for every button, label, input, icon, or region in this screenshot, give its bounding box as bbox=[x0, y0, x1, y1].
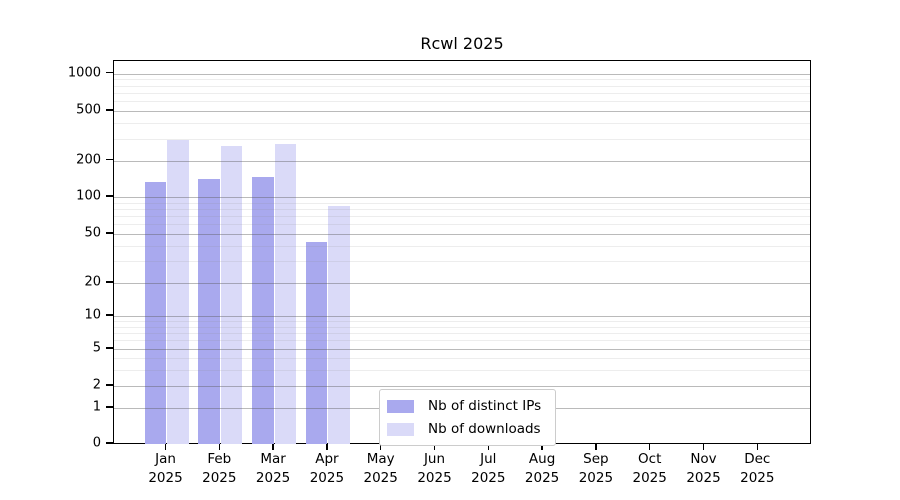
y-tick-label-200: 200 bbox=[76, 152, 101, 167]
major-gridline bbox=[114, 349, 810, 350]
major-gridline bbox=[114, 160, 810, 162]
y-tick-mark bbox=[106, 281, 113, 283]
download-stats-figure: Rcwl 2025 Nb of distinct IPs Nb of downl… bbox=[0, 0, 900, 500]
major-gridline bbox=[114, 316, 810, 317]
y-tick-label-50: 50 bbox=[84, 225, 101, 241]
minor-gridline bbox=[114, 79, 810, 81]
major-gridline bbox=[114, 111, 810, 112]
chart-title: Rcwl 2025 bbox=[420, 34, 504, 53]
minor-gridline bbox=[114, 358, 810, 359]
y-tick-label-1000: 1000 bbox=[67, 65, 101, 80]
bar-downloads-mar bbox=[274, 144, 297, 444]
y-tick-label-20: 20 bbox=[84, 274, 101, 290]
minor-gridline bbox=[114, 92, 810, 94]
bar-downloads-feb bbox=[220, 146, 243, 444]
minor-gridline bbox=[114, 369, 810, 371]
y-tick-label-1: 1 bbox=[92, 399, 101, 415]
y-tick-label-10: 10 bbox=[84, 307, 101, 323]
y-tick-mark bbox=[106, 406, 113, 408]
y-tick-label-100: 100 bbox=[76, 188, 101, 204]
major-gridline bbox=[114, 386, 810, 387]
minor-gridline bbox=[114, 340, 810, 342]
y-tick-mark bbox=[106, 71, 113, 74]
minor-gridline bbox=[114, 326, 810, 328]
y-tick-mark bbox=[106, 347, 113, 349]
y-tick-mark bbox=[106, 195, 113, 197]
legend-label-distinct-ips: Nb of distinct IPs bbox=[428, 398, 542, 414]
minor-gridline bbox=[114, 261, 810, 263]
minor-gridline bbox=[114, 123, 810, 125]
legend-swatch-distinct-ips bbox=[387, 399, 414, 413]
y-tick-mark bbox=[106, 442, 113, 444]
minor-gridline bbox=[114, 208, 810, 210]
y-tick-mark bbox=[106, 314, 113, 316]
minor-gridline bbox=[114, 202, 810, 204]
bar-ips-mar bbox=[252, 177, 274, 444]
legend-label-downloads: Nb of downloads bbox=[428, 421, 541, 437]
minor-gridline bbox=[114, 332, 810, 334]
major-gridline bbox=[114, 73, 810, 75]
legend: Nb of distinct IPs Nb of downloads bbox=[379, 389, 557, 446]
minor-gridline bbox=[114, 224, 810, 226]
y-tick-mark bbox=[106, 109, 113, 111]
bar-downloads-jan bbox=[167, 140, 189, 444]
x-tick-label-dec: Dec 2025 bbox=[740, 451, 775, 486]
minor-gridline bbox=[114, 216, 810, 218]
legend-item-downloads: Nb of downloads bbox=[387, 421, 545, 437]
major-gridline bbox=[114, 283, 810, 284]
major-gridline bbox=[114, 197, 810, 198]
y-tick-mark bbox=[106, 232, 113, 234]
bar-ips-jan bbox=[144, 181, 166, 444]
minor-gridline bbox=[114, 85, 810, 87]
y-tick-label-500: 500 bbox=[76, 102, 101, 118]
y-tick-mark bbox=[106, 384, 113, 386]
y-tick-label-0: 0 bbox=[92, 435, 101, 451]
plot-area: Nb of distinct IPs Nb of downloads bbox=[113, 60, 811, 446]
y-tick-mark bbox=[106, 158, 113, 161]
bar-ips-apr bbox=[305, 242, 328, 444]
minor-gridline bbox=[114, 138, 810, 140]
legend-item-distinct-ips: Nb of distinct IPs bbox=[387, 398, 545, 414]
y-tick-label-2: 2 bbox=[92, 377, 101, 393]
bar-ips-feb bbox=[198, 178, 220, 444]
major-gridline bbox=[114, 234, 810, 235]
minor-gridline bbox=[114, 101, 810, 103]
minor-gridline bbox=[114, 245, 810, 247]
y-tick-label-5: 5 bbox=[92, 340, 101, 356]
legend-swatch-downloads bbox=[387, 422, 414, 436]
minor-gridline bbox=[114, 321, 810, 323]
